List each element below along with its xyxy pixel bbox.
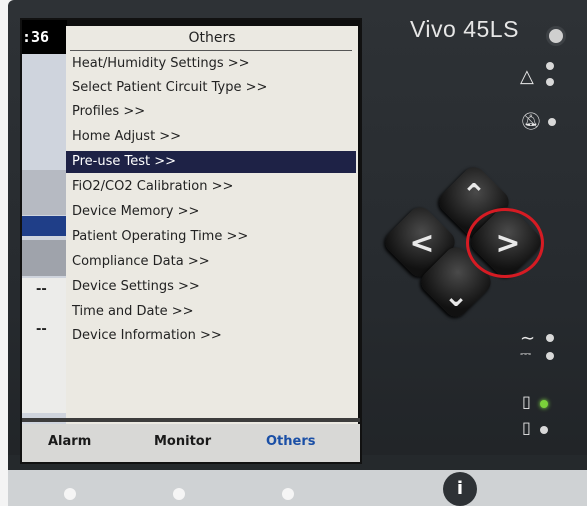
value-readout: -- xyxy=(36,282,47,297)
bottom-tab-bar: Alarm Monitor Others xyxy=(22,424,360,462)
status-header: :36 xyxy=(22,20,67,54)
divider xyxy=(22,418,360,422)
alarm-led xyxy=(546,78,554,86)
bottom-edge xyxy=(8,470,587,506)
monitor-panel-partial: :36 -- -- xyxy=(22,20,67,462)
others-menu: Others Heat/Humidity Settings >> Select … xyxy=(66,26,358,424)
menu-item-pre-use-test[interactable]: Pre-use Test >> xyxy=(66,151,356,173)
chevron-left-icon: < xyxy=(409,226,435,261)
tab-others[interactable]: Others xyxy=(266,434,316,449)
menu-title: Others xyxy=(188,30,236,46)
divider xyxy=(70,50,352,51)
alarm-mute-icon: 🔕︎ xyxy=(520,112,542,132)
brand-logo: Vivo 45LS xyxy=(410,16,519,42)
menu-item-patient-operating-time[interactable]: Patient Operating Time >> xyxy=(72,226,248,248)
alarm-led xyxy=(546,62,554,70)
ventilator-device: :36 -- -- Others Heat/Humidity Settings … xyxy=(8,0,587,506)
battery-led xyxy=(540,426,548,434)
ac-led xyxy=(546,334,554,342)
soft-key-2[interactable] xyxy=(173,488,185,500)
internal-battery-icon: ▯ xyxy=(522,418,531,437)
menu-item-heat-humidity[interactable]: Heat/Humidity Settings >> xyxy=(72,53,250,75)
panel-highlight-bar xyxy=(22,216,67,236)
value-readout: -- xyxy=(36,322,47,337)
clock-time: :36 xyxy=(22,28,50,46)
panel-block xyxy=(22,170,67,215)
info-button[interactable]: i xyxy=(443,472,477,506)
display-screen: :36 -- -- Others Heat/Humidity Settings … xyxy=(20,18,362,464)
menu-item-fio2-co2-calibration[interactable]: FiO2/CO2 Calibration >> xyxy=(72,176,233,198)
menu-item-home-adjust[interactable]: Home Adjust >> xyxy=(72,126,181,148)
menu-item-circuit-type[interactable]: Select Patient Circuit Type >> xyxy=(72,77,267,99)
photo-edge xyxy=(0,0,8,506)
tab-monitor[interactable]: Monitor xyxy=(154,434,211,449)
mute-led xyxy=(548,118,556,126)
tab-alarm[interactable]: Alarm xyxy=(48,434,91,449)
panel-block xyxy=(22,278,67,413)
menu-item-profiles[interactable]: Profiles >> xyxy=(72,101,145,123)
alarm-triangle-icon: △ xyxy=(520,66,534,87)
menu-item-device-information[interactable]: Device Information >> xyxy=(72,325,222,347)
menu-item-device-settings[interactable]: Device Settings >> xyxy=(72,276,200,298)
menu-item-time-and-date[interactable]: Time and Date >> xyxy=(72,301,194,323)
soft-key-3[interactable] xyxy=(282,488,294,500)
chevron-down-icon: ⌃ xyxy=(443,276,469,311)
dc-led xyxy=(546,352,554,360)
soft-key-1[interactable] xyxy=(64,488,76,500)
menu-item-device-memory[interactable]: Device Memory >> xyxy=(72,201,199,223)
highlight-ring xyxy=(466,208,544,278)
menu-item-compliance-data[interactable]: Compliance Data >> xyxy=(72,251,210,273)
power-button[interactable] xyxy=(546,26,566,46)
external-battery-icon: ▯ xyxy=(522,392,531,411)
chevron-up-icon: ⌃ xyxy=(461,178,487,213)
battery-led xyxy=(540,400,548,408)
dc-power-icon: ⎓ xyxy=(520,346,532,362)
panel-block xyxy=(22,240,67,276)
